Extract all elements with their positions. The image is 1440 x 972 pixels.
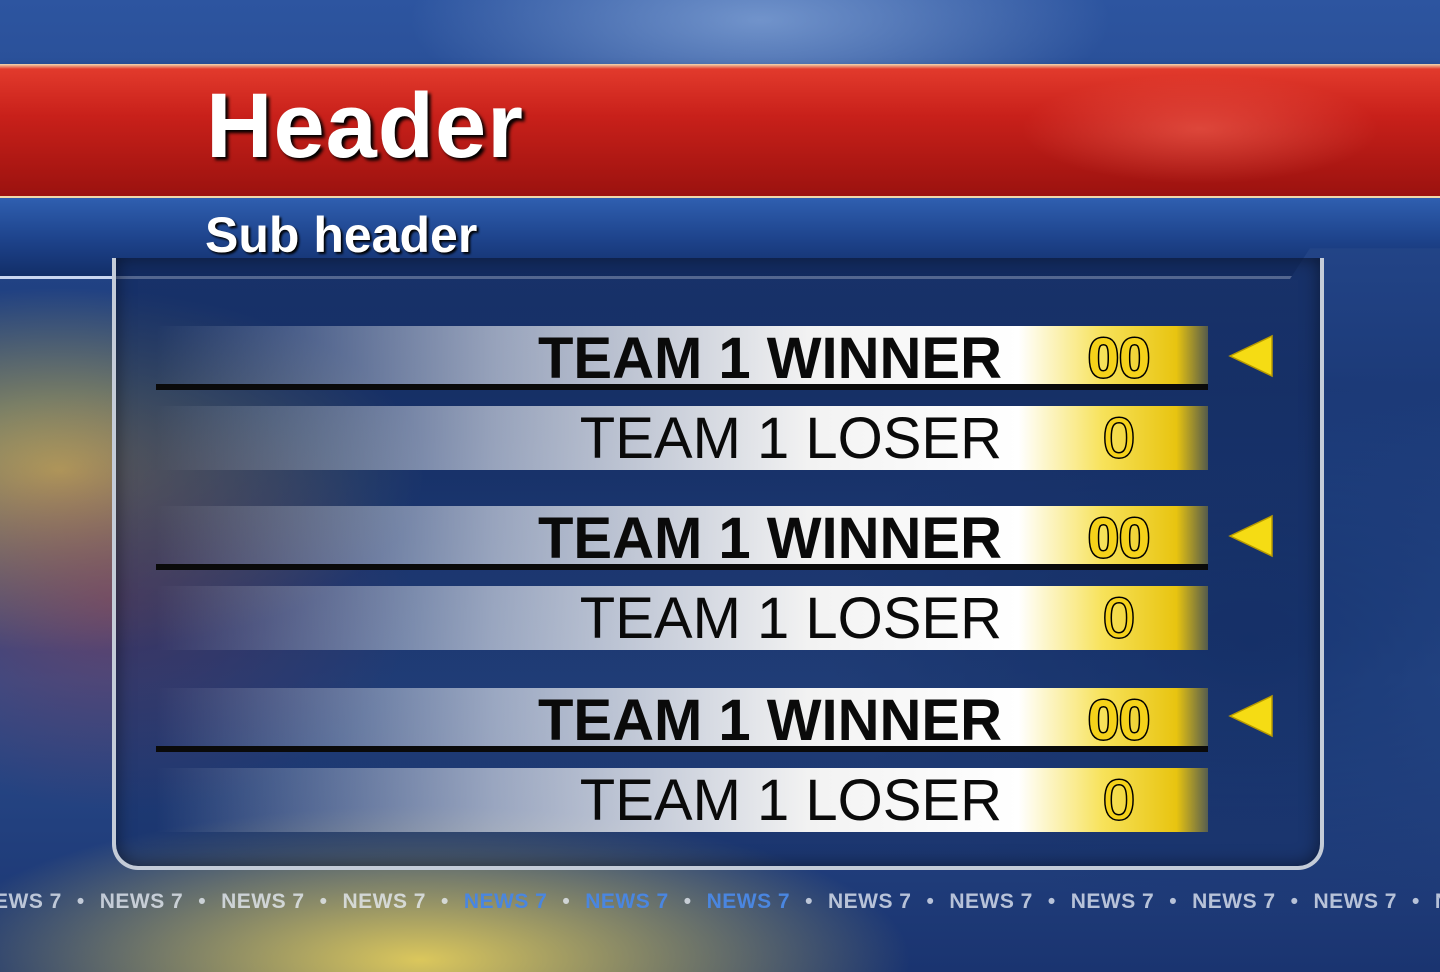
ticker-item: NEWS: [1435, 890, 1440, 913]
ticker-item: NEWS 7: [1070, 890, 1155, 913]
game-2-winner-row: TEAM 1 WINNER 00: [156, 506, 1208, 570]
ticker-separator: •: [440, 890, 449, 913]
loser-team-name: TEAM 1 LOSER: [579, 406, 1002, 471]
winner-score: 00: [1086, 326, 1151, 389]
ticker-separator: •: [319, 890, 328, 913]
ticker-item: NEWS 7: [827, 890, 912, 913]
loser-team-name: TEAM 1 LOSER: [579, 586, 1002, 651]
ticker-separator: •: [562, 890, 571, 913]
winner-team-name: TEAM 1 WINNER: [538, 506, 1002, 571]
ticker-item: NEWS 7: [1313, 890, 1397, 913]
ticker-item: NEWS 7: [585, 890, 669, 913]
ticker-separator: •: [1047, 890, 1056, 913]
ticker-separator: •: [1411, 890, 1420, 913]
game-3-winner-row: TEAM 1 WINNER 00: [156, 688, 1208, 752]
winner-score: 00: [1086, 506, 1151, 569]
page-title: Header: [206, 75, 524, 177]
game-3-loser-row: TEAM 1 LOSER 0: [156, 768, 1208, 832]
ticker-separator: •: [198, 890, 207, 913]
ticker-item: NEWS 7: [463, 890, 548, 913]
game-2-loser-row: TEAM 1 LOSER 0: [156, 586, 1208, 650]
ticker-item: NEWS 7: [949, 890, 1033, 913]
ticker-item: EWS 7: [0, 890, 62, 913]
ticker-separator: •: [683, 890, 692, 913]
ticker-item: NEWS 7: [221, 890, 305, 913]
news-ticker: EWS 7 • NEWS 7 • NEWS 7 • NEWS 7 • NEWS 7 • NEWS 7…: [0, 884, 1440, 924]
ticker-separator: •: [1169, 890, 1178, 913]
game-1-winner-row: TEAM 1 WINNER 00: [156, 326, 1208, 390]
left-triangle-icon: [1228, 334, 1274, 378]
winner-team-name: TEAM 1 WINNER: [538, 688, 1002, 753]
loser-team-name: TEAM 1 LOSER: [579, 768, 1002, 833]
loser-score: 0: [1102, 406, 1136, 469]
left-triangle-icon: [1228, 694, 1274, 738]
ticker-item: NEWS 7: [1192, 890, 1276, 913]
loser-score: 0: [1102, 586, 1136, 649]
ticker-item: NEWS 7: [706, 890, 791, 913]
ticker-separator: •: [76, 890, 85, 913]
ticker-item: NEWS 7: [99, 890, 184, 913]
loser-score: 0: [1102, 768, 1136, 831]
header-glow: [1020, 74, 1380, 184]
game-1-loser-row: TEAM 1 LOSER 0: [156, 406, 1208, 470]
ticker-separator: •: [926, 890, 935, 913]
ticker-item: NEWS 7: [342, 890, 426, 913]
ticker-text: EWS 7 • NEWS 7 • NEWS 7 • NEWS 7 • NEWS 7 • NEWS 7…: [0, 890, 1440, 914]
ticker-separator: •: [805, 890, 813, 913]
ticker-separator: •: [1290, 890, 1299, 913]
winner-score: 00: [1086, 688, 1151, 751]
left-triangle-icon: [1228, 514, 1274, 558]
page-subtitle: Sub header: [205, 207, 478, 263]
winner-team-name: TEAM 1 WINNER: [538, 326, 1002, 391]
